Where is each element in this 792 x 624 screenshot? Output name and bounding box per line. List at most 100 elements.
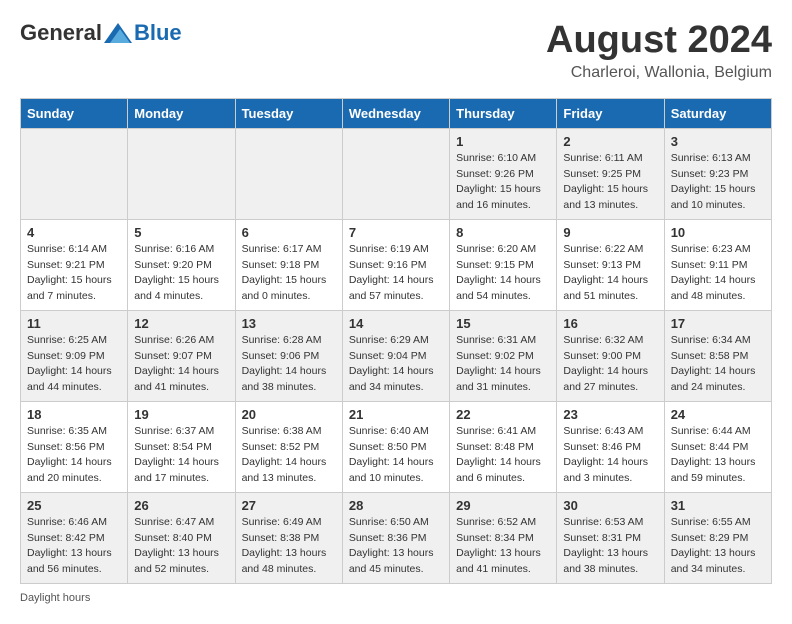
calendar-day-cell: 11Sunrise: 6:25 AM Sunset: 9:09 PM Dayli… bbox=[21, 310, 128, 401]
day-of-week-header: Sunday bbox=[21, 98, 128, 128]
day-info: Sunrise: 6:10 AM Sunset: 9:26 PM Dayligh… bbox=[456, 151, 550, 214]
daylight-label: Daylight hours bbox=[20, 592, 90, 604]
day-info: Sunrise: 6:23 AM Sunset: 9:11 PM Dayligh… bbox=[671, 242, 765, 305]
day-info: Sunrise: 6:47 AM Sunset: 8:40 PM Dayligh… bbox=[134, 515, 228, 578]
calendar-day-cell: 28Sunrise: 6:50 AM Sunset: 8:36 PM Dayli… bbox=[342, 492, 449, 583]
calendar-week-row: 18 Sunrise: 6:35 AM Sunset: 8:56 PM Dayli… bbox=[21, 401, 772, 492]
calendar-day-cell: 18 Sunrise: 6:35 AM Sunset: 8:56 PM Dayli… bbox=[21, 401, 128, 492]
day-info: Sunrise: 6:55 AM Sunset: 8:29 PM Dayligh… bbox=[671, 515, 765, 578]
day-info: Sunrise: 6:14 AM Sunset: 9:21 PM Dayligh… bbox=[27, 242, 121, 305]
day-number: 29 bbox=[456, 498, 550, 513]
calendar-table: SundayMondayTuesdayWednesdayThursdayFrid… bbox=[20, 98, 772, 584]
calendar-day-cell: 3Sunrise: 6:13 AM Sunset: 9:23 PM Daylig… bbox=[664, 128, 771, 219]
day-number: 28 bbox=[349, 498, 443, 513]
calendar-day-cell: 2 Sunrise: 6:11 AM Sunset: 9:25 PM Daylig… bbox=[557, 128, 664, 219]
day-info: Sunrise: 6:40 AM Sunset: 8:50 PM Dayligh… bbox=[349, 424, 443, 487]
day-of-week-header: Saturday bbox=[664, 98, 771, 128]
day-info: Sunrise: 6:19 AM Sunset: 9:16 PM Dayligh… bbox=[349, 242, 443, 305]
day-info: Sunrise: 6:31 AM Sunset: 9:02 PM Dayligh… bbox=[456, 333, 550, 396]
day-number: 12 bbox=[134, 316, 228, 331]
day-of-week-header: Monday bbox=[128, 98, 235, 128]
calendar-day-cell: 7 Sunrise: 6:19 AM Sunset: 9:16 PM Daylig… bbox=[342, 219, 449, 310]
calendar-day-cell: 15 Sunrise: 6:31 AM Sunset: 9:02 PM Dayli… bbox=[450, 310, 557, 401]
calendar-day-cell: 1 Sunrise: 6:10 AM Sunset: 9:26 PM Daylig… bbox=[450, 128, 557, 219]
calendar-day-cell: 6 Sunrise: 6:17 AM Sunset: 9:18 PM Daylig… bbox=[235, 219, 342, 310]
calendar-day-cell bbox=[235, 128, 342, 219]
calendar-day-cell: 4 Sunrise: 6:14 AM Sunset: 9:21 PM Daylig… bbox=[21, 219, 128, 310]
day-number: 6 bbox=[242, 225, 336, 240]
calendar-day-cell: 9Sunrise: 6:22 AM Sunset: 9:13 PM Daylig… bbox=[557, 219, 664, 310]
day-number: 3 bbox=[671, 134, 765, 149]
day-number: 31 bbox=[671, 498, 765, 513]
day-number: 22 bbox=[456, 407, 550, 422]
day-number: 10 bbox=[671, 225, 765, 240]
day-of-week-header: Wednesday bbox=[342, 98, 449, 128]
calendar-day-cell bbox=[21, 128, 128, 219]
title-block: August 2024 Charleroi, Wallonia, Belgium bbox=[546, 20, 772, 82]
calendar-day-cell: 22Sunrise: 6:41 AM Sunset: 8:48 PM Dayli… bbox=[450, 401, 557, 492]
day-info: Sunrise: 6:16 AM Sunset: 9:20 PM Dayligh… bbox=[134, 242, 228, 305]
day-number: 15 bbox=[456, 316, 550, 331]
day-of-week-header: Tuesday bbox=[235, 98, 342, 128]
calendar-day-cell bbox=[342, 128, 449, 219]
day-number: 13 bbox=[242, 316, 336, 331]
day-number: 16 bbox=[563, 316, 657, 331]
day-info: Sunrise: 6:34 AM Sunset: 8:58 PM Dayligh… bbox=[671, 333, 765, 396]
calendar-day-cell: 13 Sunrise: 6:28 AM Sunset: 9:06 PM Dayli… bbox=[235, 310, 342, 401]
day-number: 11 bbox=[27, 316, 121, 331]
calendar-day-cell: 8Sunrise: 6:20 AM Sunset: 9:15 PM Daylig… bbox=[450, 219, 557, 310]
day-number: 5 bbox=[134, 225, 228, 240]
calendar-day-cell: 25 Sunrise: 6:46 AM Sunset: 8:42 PM Dayli… bbox=[21, 492, 128, 583]
day-number: 4 bbox=[27, 225, 121, 240]
calendar-week-row: 25 Sunrise: 6:46 AM Sunset: 8:42 PM Dayli… bbox=[21, 492, 772, 583]
calendar-day-cell: 14 Sunrise: 6:29 AM Sunset: 9:04 PM Dayli… bbox=[342, 310, 449, 401]
day-number: 23 bbox=[563, 407, 657, 422]
day-info: Sunrise: 6:17 AM Sunset: 9:18 PM Dayligh… bbox=[242, 242, 336, 305]
day-info: Sunrise: 6:20 AM Sunset: 9:15 PM Dayligh… bbox=[456, 242, 550, 305]
day-number: 21 bbox=[349, 407, 443, 422]
day-info: Sunrise: 6:53 AM Sunset: 8:31 PM Dayligh… bbox=[563, 515, 657, 578]
calendar-day-cell: 19Sunrise: 6:37 AM Sunset: 8:54 PM Dayli… bbox=[128, 401, 235, 492]
calendar-day-cell: 27Sunrise: 6:49 AM Sunset: 8:38 PM Dayli… bbox=[235, 492, 342, 583]
day-info: Sunrise: 6:52 AM Sunset: 8:34 PM Dayligh… bbox=[456, 515, 550, 578]
calendar-day-cell: 21 Sunrise: 6:40 AM Sunset: 8:50 PM Dayli… bbox=[342, 401, 449, 492]
day-number: 2 bbox=[563, 134, 657, 149]
calendar-day-cell: 31 Sunrise: 6:55 AM Sunset: 8:29 PM Dayli… bbox=[664, 492, 771, 583]
day-number: 18 bbox=[27, 407, 121, 422]
calendar-day-cell: 29 Sunrise: 6:52 AM Sunset: 8:34 PM Dayli… bbox=[450, 492, 557, 583]
day-info: Sunrise: 6:35 AM Sunset: 8:56 PM Dayligh… bbox=[27, 424, 121, 487]
day-info: Sunrise: 6:26 AM Sunset: 9:07 PM Dayligh… bbox=[134, 333, 228, 396]
day-info: Sunrise: 6:38 AM Sunset: 8:52 PM Dayligh… bbox=[242, 424, 336, 487]
day-number: 20 bbox=[242, 407, 336, 422]
day-number: 9 bbox=[563, 225, 657, 240]
day-number: 1 bbox=[456, 134, 550, 149]
calendar-day-cell: 17Sunrise: 6:34 AM Sunset: 8:58 PM Dayli… bbox=[664, 310, 771, 401]
calendar-day-cell: 5 Sunrise: 6:16 AM Sunset: 9:20 PM Daylig… bbox=[128, 219, 235, 310]
day-info: Sunrise: 6:29 AM Sunset: 9:04 PM Dayligh… bbox=[349, 333, 443, 396]
day-info: Sunrise: 6:43 AM Sunset: 8:46 PM Dayligh… bbox=[563, 424, 657, 487]
day-info: Sunrise: 6:46 AM Sunset: 8:42 PM Dayligh… bbox=[27, 515, 121, 578]
calendar-day-cell: 16 Sunrise: 6:32 AM Sunset: 9:00 PM Dayli… bbox=[557, 310, 664, 401]
logo: General Blue bbox=[20, 20, 182, 46]
day-info: Sunrise: 6:37 AM Sunset: 8:54 PM Dayligh… bbox=[134, 424, 228, 487]
logo-general-text: General bbox=[20, 20, 102, 46]
days-header-row: SundayMondayTuesdayWednesdayThursdayFrid… bbox=[21, 98, 772, 128]
calendar-day-cell: 10 Sunrise: 6:23 AM Sunset: 9:11 PM Dayli… bbox=[664, 219, 771, 310]
logo-icon bbox=[104, 23, 132, 43]
calendar-day-cell: 24 Sunrise: 6:44 AM Sunset: 8:44 PM Dayli… bbox=[664, 401, 771, 492]
day-number: 25 bbox=[27, 498, 121, 513]
day-info: Sunrise: 6:28 AM Sunset: 9:06 PM Dayligh… bbox=[242, 333, 336, 396]
day-of-week-header: Thursday bbox=[450, 98, 557, 128]
month-year-title: August 2024 bbox=[546, 20, 772, 62]
day-info: Sunrise: 6:11 AM Sunset: 9:25 PM Dayligh… bbox=[563, 151, 657, 214]
location-subtitle: Charleroi, Wallonia, Belgium bbox=[546, 64, 772, 82]
day-number: 24 bbox=[671, 407, 765, 422]
calendar-week-row: 11Sunrise: 6:25 AM Sunset: 9:09 PM Dayli… bbox=[21, 310, 772, 401]
calendar-day-cell bbox=[128, 128, 235, 219]
day-number: 7 bbox=[349, 225, 443, 240]
day-info: Sunrise: 6:44 AM Sunset: 8:44 PM Dayligh… bbox=[671, 424, 765, 487]
day-info: Sunrise: 6:32 AM Sunset: 9:00 PM Dayligh… bbox=[563, 333, 657, 396]
day-number: 14 bbox=[349, 316, 443, 331]
calendar-day-cell: 26Sunrise: 6:47 AM Sunset: 8:40 PM Dayli… bbox=[128, 492, 235, 583]
calendar-day-cell: 30Sunrise: 6:53 AM Sunset: 8:31 PM Dayli… bbox=[557, 492, 664, 583]
